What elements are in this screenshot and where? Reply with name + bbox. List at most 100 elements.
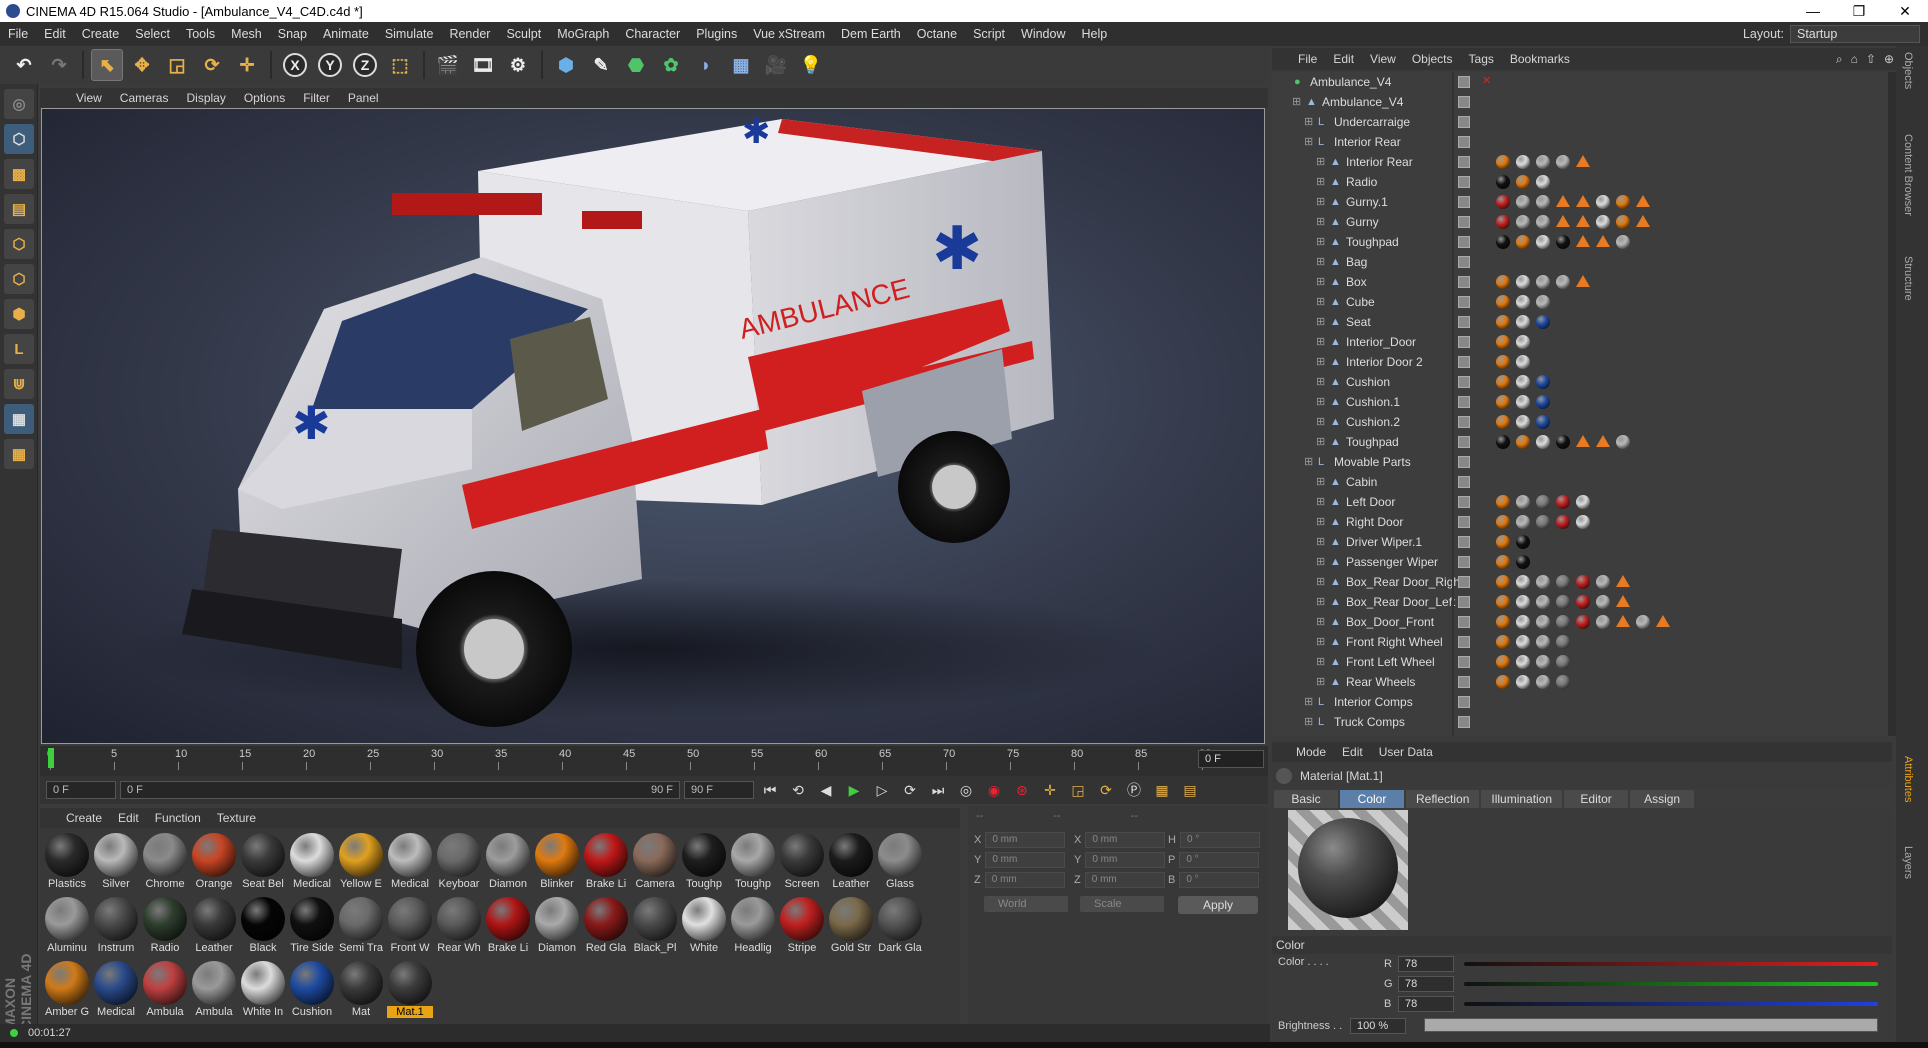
expand-icon[interactable]: ⊞: [1316, 237, 1326, 248]
attribute-menu-user-data[interactable]: User Data: [1379, 745, 1433, 759]
expand-icon[interactable]: ⊞: [1316, 537, 1326, 548]
object-row[interactable]: L ⊞ Movable Parts: [1272, 452, 1892, 472]
texture-tag-icon[interactable]: [1536, 315, 1550, 329]
visibility-toggle-icon[interactable]: [1458, 296, 1470, 308]
texture-tag-icon[interactable]: [1516, 415, 1530, 429]
texture-tag-icon[interactable]: [1496, 235, 1510, 249]
pen-spline-icon[interactable]: ✎: [585, 49, 617, 81]
move-tool-icon[interactable]: ✥: [126, 49, 158, 81]
object-row[interactable]: ▲ ⊞ Box: [1272, 272, 1892, 292]
object-row[interactable]: L ⊞ Interior Comps: [1272, 692, 1892, 712]
rot-h-field[interactable]: 0 °: [1179, 832, 1260, 848]
object-row[interactable]: ▲ ⊞ Cushion.1: [1272, 392, 1892, 412]
texture-tag-icon[interactable]: [1516, 215, 1530, 229]
menu-character[interactable]: Character: [617, 27, 688, 41]
object-row[interactable]: ▲ ⊞ Box_Door_Front: [1272, 612, 1892, 632]
texture-tag-icon[interactable]: [1496, 655, 1510, 669]
visibility-toggle-icon[interactable]: [1458, 396, 1470, 408]
menu-animate[interactable]: Animate: [315, 27, 377, 41]
expand-icon[interactable]: ⊞: [1316, 337, 1326, 348]
object-row[interactable]: ▲ ⊞ Gurny: [1272, 212, 1892, 232]
menu-help[interactable]: Help: [1073, 27, 1115, 41]
texture-tag-icon[interactable]: [1516, 295, 1530, 309]
visibility-toggle-icon[interactable]: [1458, 696, 1470, 708]
expand-icon[interactable]: ⊞: [1316, 657, 1326, 668]
expand-icon[interactable]: ⊞: [1316, 437, 1326, 448]
texture-tag-icon[interactable]: [1496, 155, 1510, 169]
texture-tag-icon[interactable]: [1596, 575, 1610, 589]
phong-tag-icon[interactable]: [1576, 215, 1590, 227]
tab-color[interactable]: Color: [1340, 790, 1404, 808]
object-row[interactable]: L ⊞ Interior Rear: [1272, 132, 1892, 152]
material-swatch[interactable]: Diamon: [534, 896, 580, 958]
material-swatch[interactable]: Chrome: [142, 832, 188, 894]
texture-tag-icon[interactable]: [1536, 615, 1550, 629]
texture-tag-icon[interactable]: [1536, 175, 1550, 189]
texture-tag-icon[interactable]: [1616, 235, 1630, 249]
material-swatch[interactable]: Camera: [632, 832, 678, 894]
material-swatch[interactable]: Toughp: [730, 832, 776, 894]
texture-tag-icon[interactable]: [1536, 275, 1550, 289]
texture-tag-icon[interactable]: [1496, 275, 1510, 289]
visibility-toggle-icon[interactable]: [1458, 356, 1470, 368]
texture-tag-icon[interactable]: [1496, 315, 1510, 329]
viewport-menu-cameras[interactable]: Cameras: [120, 91, 169, 105]
expand-icon[interactable]: ⊞: [1316, 497, 1326, 508]
visibility-toggle-icon[interactable]: [1458, 176, 1470, 188]
tab-editor[interactable]: Editor: [1564, 790, 1629, 808]
phong-tag-icon[interactable]: [1616, 595, 1630, 607]
expand-icon[interactable]: ⊞: [1316, 617, 1326, 628]
subdivision-surface-icon[interactable]: ⬣: [620, 49, 652, 81]
texture-tag-icon[interactable]: [1516, 375, 1530, 389]
expand-icon[interactable]: ⊞: [1304, 137, 1314, 148]
material-swatch[interactable]: Tire Side: [289, 896, 335, 958]
material-swatch[interactable]: White In: [240, 960, 286, 1022]
texture-tag-icon[interactable]: [1516, 635, 1530, 649]
viewport-menu-view[interactable]: View: [76, 91, 102, 105]
material-swatch[interactable]: Mat: [338, 960, 384, 1022]
undo-icon[interactable]: ↶: [8, 49, 40, 81]
texture-tag-icon[interactable]: [1496, 595, 1510, 609]
texture-tag-icon[interactable]: [1516, 575, 1530, 589]
material-swatch[interactable]: Gold Str: [828, 896, 874, 958]
texture-tag-icon[interactable]: [1516, 655, 1530, 669]
object-row[interactable]: ▲ ⊞ Right Door: [1272, 512, 1892, 532]
object-row[interactable]: ▲ ⊞ Radio: [1272, 172, 1892, 192]
texture-tag-icon[interactable]: [1536, 215, 1550, 229]
material-swatch[interactable]: Red Gla: [583, 896, 629, 958]
phong-tag-icon[interactable]: [1616, 575, 1630, 587]
texture-tag-icon[interactable]: [1516, 315, 1530, 329]
object-menu-edit[interactable]: Edit: [1333, 52, 1354, 66]
expand-icon[interactable]: ⊞: [1316, 397, 1326, 408]
material-swatch[interactable]: Black: [240, 896, 286, 958]
texture-tag-icon[interactable]: [1536, 435, 1550, 449]
texture-mode-icon[interactable]: ▩: [4, 159, 34, 189]
texture-tag-icon[interactable]: [1576, 515, 1590, 529]
object-menu-bookmarks[interactable]: Bookmarks: [1510, 52, 1570, 66]
texture-tag-icon[interactable]: [1556, 155, 1570, 169]
visibility-toggle-icon[interactable]: [1458, 616, 1470, 628]
material-menu-texture[interactable]: Texture: [217, 811, 256, 825]
phong-tag-icon[interactable]: [1576, 275, 1590, 287]
texture-tag-icon[interactable]: [1576, 495, 1590, 509]
recent-tools-icon[interactable]: ✛: [231, 49, 263, 81]
menu-create[interactable]: Create: [74, 27, 128, 41]
r-field[interactable]: 78: [1398, 956, 1454, 972]
texture-tag-icon[interactable]: [1516, 355, 1530, 369]
expand-icon[interactable]: ⊞: [1316, 177, 1326, 188]
phong-tag-icon[interactable]: [1576, 435, 1590, 447]
texture-tag-icon[interactable]: [1516, 615, 1530, 629]
visibility-toggle-icon[interactable]: [1458, 376, 1470, 388]
material-swatch[interactable]: Mat.1: [387, 960, 433, 1022]
visibility-toggle-icon[interactable]: [1458, 276, 1470, 288]
texture-tag-icon[interactable]: [1536, 195, 1550, 209]
expand-icon[interactable]: ⊞: [1316, 637, 1326, 648]
object-row[interactable]: ▲ ⊞ Toughpad: [1272, 232, 1892, 252]
texture-tag-icon[interactable]: [1536, 495, 1550, 509]
snap-magnet-icon[interactable]: ⋓: [4, 369, 34, 399]
phong-tag-icon[interactable]: [1576, 155, 1590, 167]
menu-vue-xstream[interactable]: Vue xStream: [745, 27, 833, 41]
object-menu-objects[interactable]: Objects: [1412, 52, 1453, 66]
material-swatch[interactable]: Medical: [387, 832, 433, 894]
object-row[interactable]: ▲ ⊞ Interior_Door: [1272, 332, 1892, 352]
